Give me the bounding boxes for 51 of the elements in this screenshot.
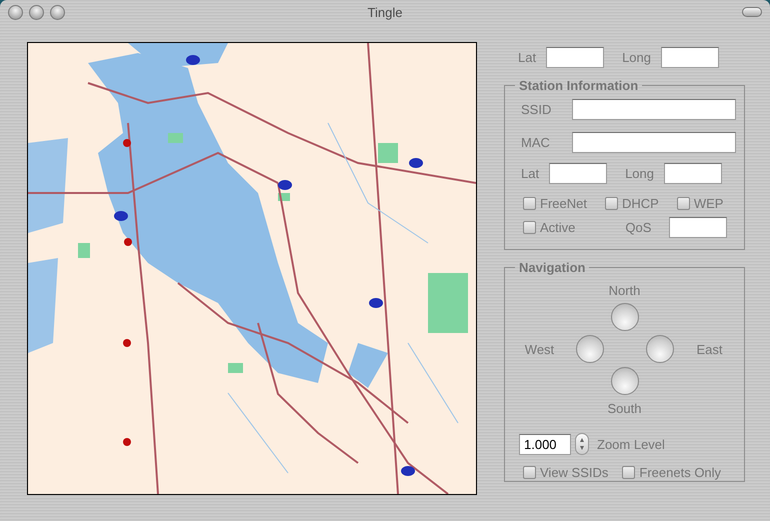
minimize-icon[interactable] <box>29 4 44 20</box>
checkbox-box[interactable] <box>604 197 618 210</box>
stepper-button[interactable] <box>575 433 589 455</box>
checkbox-label: View SSIDs <box>540 465 608 480</box>
checkbox-label: WEP <box>694 196 724 211</box>
direction-button[interactable] <box>610 303 638 331</box>
field-label: SSID <box>521 102 552 117</box>
checkbox-box[interactable] <box>676 197 690 210</box>
checkbox-box[interactable] <box>523 197 536 210</box>
checkbox-label: DHCP <box>622 196 659 211</box>
group-title: Navigation <box>518 260 586 275</box>
checkbox[interactable]: Freenets Only <box>622 465 722 480</box>
checkbox-box[interactable] <box>523 221 536 234</box>
checkbox-box[interactable] <box>523 466 536 479</box>
input-field[interactable] <box>549 163 608 184</box>
checkbox-label: Active <box>540 220 576 235</box>
checkbox-box[interactable] <box>622 466 636 479</box>
direction-button[interactable] <box>646 335 674 363</box>
toolbar-toggle-icon[interactable] <box>742 7 762 17</box>
checkbox[interactable]: Active <box>523 220 576 235</box>
input-field[interactable] <box>572 99 736 120</box>
field-label: Lat <box>521 166 540 181</box>
window-title: Tingle <box>366 4 404 20</box>
direction-label: South <box>608 400 642 416</box>
input-field[interactable] <box>572 132 736 153</box>
direction-button[interactable] <box>576 335 604 363</box>
checkbox[interactable]: DHCP <box>604 196 659 211</box>
input-field[interactable] <box>546 47 604 68</box>
field-label: Long <box>625 166 654 181</box>
group-title: Station Information <box>518 78 640 93</box>
direction-label: East <box>696 342 722 356</box>
direction-label: West <box>524 342 554 356</box>
up-down-arrows-icon <box>579 437 585 451</box>
checkbox[interactable]: View SSIDs <box>523 465 608 480</box>
input-field[interactable] <box>669 217 728 238</box>
input-field[interactable] <box>661 47 719 68</box>
input-field[interactable] <box>664 163 722 184</box>
field-label: QoS <box>625 220 652 235</box>
checkbox[interactable]: WEP <box>676 196 724 211</box>
field-label: Long <box>622 50 651 65</box>
checkbox-label: Freenets Only <box>639 465 722 480</box>
checkbox-label: FreeNet <box>540 196 587 211</box>
zoom-field[interactable]: 1.000 <box>519 434 571 454</box>
zoom-icon[interactable] <box>50 4 65 20</box>
field-label: Lat <box>518 50 536 65</box>
close-icon[interactable] <box>8 4 23 20</box>
field-label: MAC <box>521 135 551 150</box>
field-label: Zoom Level <box>597 436 665 452</box>
direction-button[interactable] <box>610 367 638 395</box>
direction-label: North <box>608 282 640 298</box>
checkbox[interactable]: FreeNet <box>523 196 587 211</box>
